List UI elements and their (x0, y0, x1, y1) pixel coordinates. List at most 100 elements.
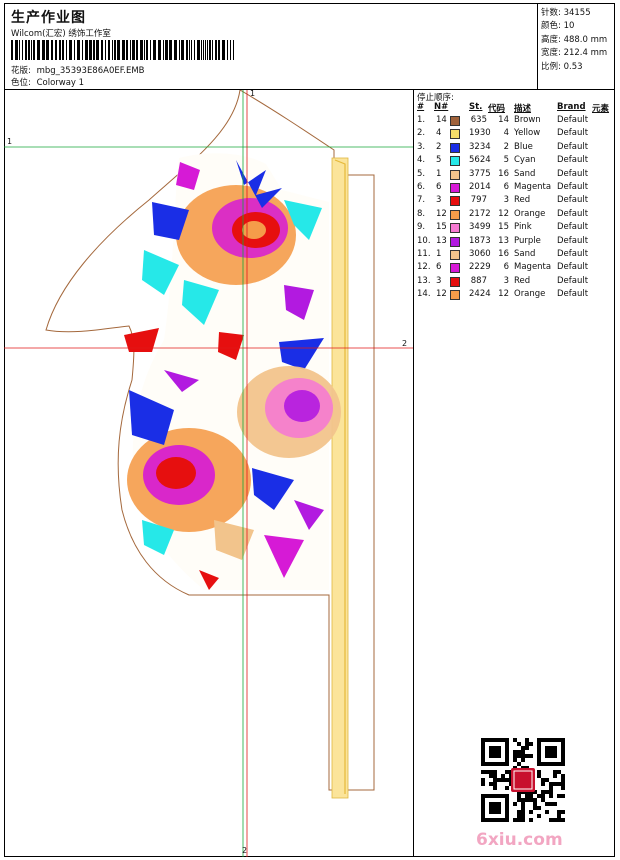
table-row: 14. 12 2424 12 Orange Default (414, 289, 615, 302)
cell-n: 15 (436, 222, 447, 233)
color-swatch (450, 276, 460, 287)
color-swatch (450, 250, 460, 260)
cell-st: 2172 (469, 208, 491, 219)
design-file-label: 花版: (11, 66, 31, 76)
cell-brand: Default (557, 235, 589, 246)
cell-brand: Default (557, 115, 589, 125)
cell-st: 3060 (469, 249, 491, 259)
stat-stitches: 针数: 34155 (541, 8, 591, 18)
col-header-st: St. (469, 102, 483, 112)
table-row: 13. 3 887 3 Red Default (414, 276, 615, 289)
cell-n: 4 (436, 128, 442, 139)
cell-brand: Default (557, 128, 589, 139)
design-stats: 针数: 34155 颜色: 10 高度: 488.0 mm 宽度: 212.4 … (538, 3, 615, 90)
cell-idx: 4. (417, 155, 426, 166)
cell-idx: 14. (417, 289, 431, 300)
cell-code: 5 (503, 155, 509, 166)
cell-desc: Magenta (514, 182, 552, 192)
qr-code-icon (481, 738, 565, 822)
col-header-elem: 元素 (592, 104, 610, 114)
stat-width: 宽度: 212.4 mm (541, 48, 608, 58)
cell-brand: Default (557, 222, 589, 233)
stat-scale: 比例: 0.53 (541, 62, 583, 72)
cell-code: 13 (498, 235, 509, 246)
barcode-icon (11, 40, 234, 60)
cell-idx: 1. (417, 115, 426, 125)
sheet-header: 生产作业图 Wilcom(汇宏) 绣饰工作室 花版: mbg_35393E86A… (4, 3, 538, 90)
color-swatch (450, 169, 460, 180)
cell-n: 2 (436, 141, 442, 152)
color-swatch (450, 263, 460, 274)
table-row: 1. 14 635 14 Brown Default (414, 115, 615, 128)
cell-desc: Orange (514, 289, 546, 300)
cell-idx: 9. (417, 222, 426, 233)
col-header-idx: # (417, 102, 425, 112)
cell-code: 15 (498, 222, 509, 233)
table-row: 7. 3 797 3 Red Default (414, 195, 615, 208)
color-swatch (450, 290, 460, 301)
color-swatch (450, 156, 460, 167)
design-file-value: mbg_35393E86A0EF.EMB (36, 66, 145, 76)
colorway-label: 色位: (11, 78, 31, 88)
cell-code: 2 (503, 141, 509, 152)
cell-desc: Red (514, 195, 531, 206)
cell-brand: Default (557, 141, 589, 152)
colorway-value: Colorway 1 (36, 78, 85, 88)
cell-st: 2014 (469, 182, 491, 192)
colorway-line: 色位: Colorway 1 (11, 76, 84, 88)
cell-code: 6 (503, 182, 509, 192)
cell-st: 2424 (469, 289, 491, 300)
cell-code: 12 (498, 289, 509, 300)
cell-brand: Default (557, 275, 589, 286)
cell-idx: 7. (417, 195, 426, 206)
cell-n: 6 (436, 262, 442, 273)
cell-st: 3775 (469, 168, 491, 179)
cell-desc: Brown (514, 115, 541, 125)
cell-code: 16 (498, 249, 509, 259)
cell-brand: Default (557, 208, 589, 219)
color-swatch (450, 236, 460, 247)
cell-st: 2229 (469, 262, 491, 273)
stat-colors: 颜色: 10 (541, 21, 575, 31)
cell-brand: Default (557, 155, 589, 166)
cell-brand: Default (557, 262, 589, 273)
table-row: 11. 1 3060 16 Sand Default (414, 249, 615, 262)
col-header-code: 代码 (488, 104, 506, 114)
cell-desc: Cyan (514, 155, 536, 166)
cell-code: 4 (503, 128, 509, 139)
cell-desc: Red (514, 275, 531, 286)
cell-idx: 8. (417, 208, 426, 219)
cell-desc: Yellow (514, 128, 541, 139)
cell-brand: Default (557, 249, 589, 259)
table-row: 2. 4 1930 4 Yellow Default (414, 128, 615, 141)
cell-code: 14 (498, 115, 509, 125)
cell-idx: 6. (417, 182, 426, 192)
cell-idx: 10. (417, 235, 431, 246)
table-row: 6. 6 2014 6 Magenta Default (414, 182, 615, 195)
color-swatch (450, 129, 460, 140)
cell-idx: 13. (417, 275, 431, 286)
cell-brand: Default (557, 182, 589, 192)
cell-st: 797 (470, 195, 487, 206)
col-header-n: N# (434, 102, 449, 112)
cell-code: 6 (503, 262, 509, 273)
cell-code: 12 (498, 208, 509, 219)
cell-n: 14 (436, 115, 447, 125)
color-swatch (450, 209, 460, 220)
table-row: 10. 13 1873 13 Purple Default (414, 236, 615, 249)
cell-code: 3 (503, 275, 509, 286)
cell-n: 1 (436, 168, 442, 179)
color-swatch (450, 196, 460, 207)
axis-label-top: 1 (250, 90, 256, 98)
cell-idx: 11. (417, 249, 431, 259)
cell-n: 12 (436, 289, 447, 300)
color-swatch (450, 223, 460, 234)
cell-st: 1873 (469, 235, 491, 246)
stat-height: 高度: 488.0 mm (541, 35, 608, 45)
cell-n: 5 (436, 155, 442, 166)
studio-name: Wilcom(汇宏) 绣饰工作室 (11, 29, 111, 39)
color-swatch (450, 183, 460, 193)
table-row: 4. 5 5624 5 Cyan Default (414, 155, 615, 168)
cell-n: 12 (436, 208, 447, 219)
cell-n: 1 (436, 249, 442, 259)
